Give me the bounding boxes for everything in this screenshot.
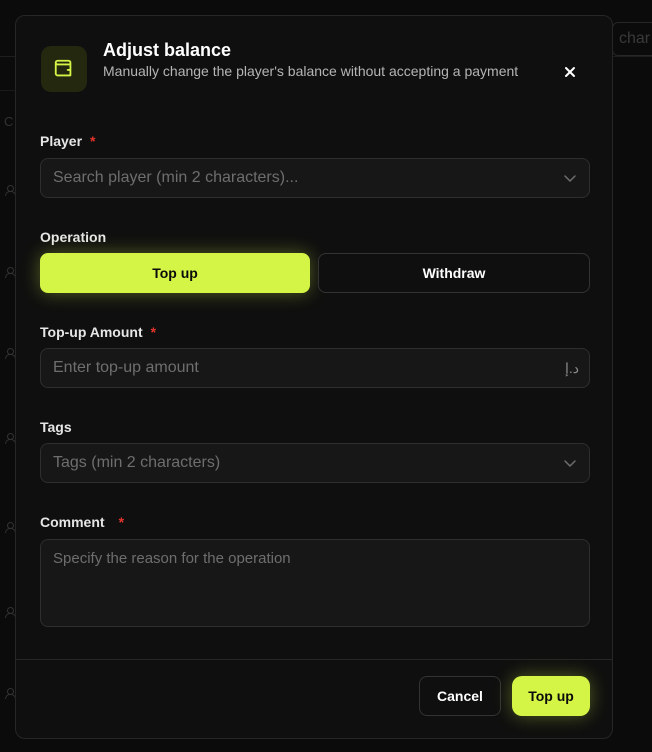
comment-placeholder: Specify the reason for the operation <box>53 550 291 567</box>
user-icon <box>5 267 16 278</box>
footer-divider <box>16 659 612 660</box>
background-search-field: char <box>612 22 652 56</box>
cancel-button[interactable]: Cancel <box>419 676 501 716</box>
player-search-select[interactable]: Search player (min 2 characters)... <box>40 158 590 198</box>
amount-placeholder: Enter top-up amount <box>53 359 199 376</box>
tags-label: Tags <box>40 419 72 435</box>
user-icon <box>5 688 16 699</box>
required-marker: * <box>90 133 96 149</box>
comment-label: Comment * <box>40 514 124 530</box>
player-label: Player * <box>40 133 96 149</box>
top-up-submit-button[interactable]: Top up <box>512 676 590 716</box>
close-icon <box>565 67 575 77</box>
dialog-title: Adjust balance <box>103 40 232 60</box>
currency-symbol: د.إ <box>564 360 579 376</box>
amount-label: Top-up Amount * <box>40 324 156 340</box>
wallet-icon <box>54 59 72 77</box>
player-placeholder: Search player (min 2 characters)... <box>53 169 299 186</box>
comment-label-text: Comment <box>40 514 105 530</box>
chevron-down-icon <box>564 460 576 467</box>
user-icon <box>5 185 16 196</box>
adjust-balance-dialog: Adjust balance Manually change the playe… <box>15 15 613 739</box>
user-icon <box>5 348 16 359</box>
dialog-subtitle: Manually change the player's balance wit… <box>103 63 519 79</box>
tags-select[interactable]: Tags (min 2 characters) <box>40 443 590 483</box>
amount-label-text: Top-up Amount <box>40 324 143 340</box>
operation-top-up-button[interactable]: Top up <box>40 253 310 293</box>
tags-placeholder: Tags (min 2 characters) <box>53 454 221 471</box>
user-icon <box>5 433 16 444</box>
required-marker: * <box>118 514 125 530</box>
required-marker: * <box>150 324 157 340</box>
wallet-icon-tile <box>41 46 87 92</box>
chevron-down-icon <box>564 175 576 182</box>
user-icon <box>5 522 16 533</box>
background-column-letter: C <box>4 114 14 129</box>
user-icon <box>5 607 16 618</box>
comment-textarea[interactable]: Specify the reason for the operation <box>40 539 590 627</box>
close-button[interactable] <box>558 60 582 84</box>
operation-label: Operation <box>40 229 107 245</box>
amount-input[interactable]: Enter top-up amount د.إ <box>40 348 590 388</box>
operation-withdraw-button[interactable]: Withdraw <box>318 253 590 293</box>
player-label-text: Player <box>40 133 83 149</box>
